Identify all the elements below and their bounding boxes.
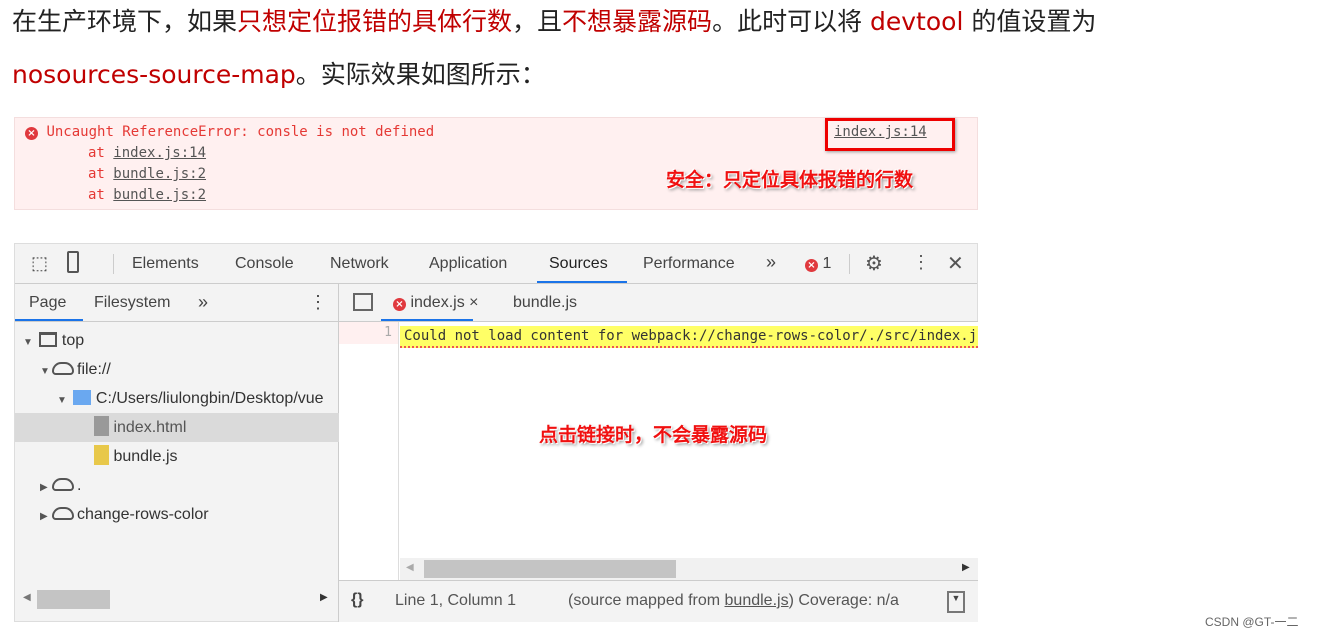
device-toggle-icon[interactable] — [67, 251, 79, 273]
line-gutter: 1 — [339, 322, 399, 580]
stack-link[interactable]: bundle.js:2 — [113, 166, 206, 182]
file-icon — [94, 416, 109, 436]
close-tab-icon[interactable]: × — [469, 294, 478, 311]
tab-console[interactable]: Console — [235, 255, 294, 273]
tab-page[interactable]: Page — [29, 294, 66, 312]
gear-icon[interactable]: ⚙ — [865, 251, 883, 276]
highlight-text: nosources-source-map — [12, 60, 296, 89]
toggle-navigator-icon[interactable] — [353, 293, 373, 311]
kebab-menu-icon[interactable]: ⋮ — [309, 292, 327, 313]
editor-tab-index[interactable]: × index.js × — [393, 294, 479, 312]
stack-at: at — [88, 166, 105, 182]
tree-item-bundle-js[interactable]: bundle.js — [15, 442, 339, 471]
devtools-window: ⬚ Elements Console Network Application S… — [14, 243, 978, 622]
tab-sources[interactable]: Sources — [549, 255, 608, 273]
folder-icon — [73, 390, 92, 405]
error-message: Uncaught ReferenceError: consle is not d… — [46, 124, 435, 140]
annotation-safe: 安全：只定位具体报错的行数 — [666, 169, 914, 191]
pretty-print-button[interactable]: {} — [351, 591, 363, 609]
tree-item-change-rows-color[interactable]: ▶ change-rows-color — [15, 500, 339, 529]
label: . — [77, 477, 82, 494]
editor-tabs: × index.js × bundle.js — [339, 284, 978, 322]
error-icon: × — [25, 127, 38, 140]
editor-tab-bundle[interactable]: bundle.js — [513, 294, 577, 312]
close-icon[interactable]: ✕ — [947, 251, 964, 276]
scroll-right-arrow[interactable]: ▶ — [962, 562, 970, 573]
scroll-right-arrow[interactable]: ▶ — [320, 592, 328, 603]
source-map-link[interactable]: bundle.js — [725, 592, 789, 609]
horizontal-scrollbar-thumb[interactable] — [424, 560, 676, 578]
label: change-rows-color — [77, 506, 209, 523]
active-tab-indicator — [381, 319, 473, 321]
highlight-text: devtool — [870, 7, 964, 36]
tree-item-file[interactable]: ▼ file:// — [15, 355, 339, 384]
horizontal-scrollbar[interactable]: ◀ ▶ — [400, 558, 978, 580]
active-tab-indicator — [537, 281, 627, 283]
navigator-tabs: Page Filesystem » ⋮ — [15, 284, 339, 322]
cloud-icon — [52, 507, 74, 520]
stack-link[interactable]: bundle.js:2 — [113, 187, 206, 203]
source-map-info: (source mapped from bundle.js) Coverage:… — [568, 592, 899, 610]
js-file-icon — [94, 445, 109, 465]
tab-application[interactable]: Application — [429, 255, 507, 273]
tab-elements[interactable]: Elements — [132, 255, 199, 273]
coverage: Coverage: n/a — [798, 592, 899, 609]
label: index.html — [113, 419, 187, 436]
line-number: 1 — [339, 322, 398, 344]
text: 的值设置为 — [963, 7, 1097, 36]
tab-filesystem[interactable]: Filesystem — [94, 294, 170, 312]
cloud-icon — [52, 478, 74, 491]
file-tree: ▼ top ▼ file:// ▼ C:/Users/liulongbin/Des… — [15, 322, 339, 622]
stack-at: at — [88, 187, 105, 203]
more-tabs-button[interactable]: » — [198, 292, 208, 313]
intro-line-2: nosources-source-map。实际效果如图所示： — [12, 58, 546, 92]
label: C:/Users/liulongbin/Desktop/vue — [95, 390, 324, 407]
code-editor[interactable]: 1 Could not load content for webpack://c… — [339, 322, 978, 580]
highlight-text: 不想暴露源码 — [562, 7, 713, 36]
divider — [849, 254, 850, 274]
tree-item-top[interactable]: ▼ top — [15, 326, 339, 355]
frame-icon — [39, 332, 58, 347]
stack-at: at — [88, 145, 105, 161]
error-counter[interactable]: × 1 — [805, 255, 831, 273]
horizontal-scrollbar-thumb[interactable] — [37, 590, 110, 609]
tab-performance[interactable]: Performance — [643, 255, 735, 273]
text: 在生产环境下，如果 — [12, 7, 238, 36]
tree-item-dot[interactable]: ▶. — [15, 471, 339, 500]
status-bar: {} Line 1, Column 1 (source mapped from … — [339, 580, 978, 622]
tab-label: index.js — [410, 294, 465, 311]
error-icon: × — [805, 259, 818, 272]
tree-item-folder[interactable]: ▼ C:/Users/liulongbin/Desktop/vue — [15, 384, 339, 413]
code-line: Could not load content for webpack://cha… — [400, 326, 978, 348]
devtools-toolbar: ⬚ Elements Console Network Application S… — [15, 244, 977, 284]
stack-link[interactable]: index.js:14 — [113, 145, 206, 161]
drawer-toggle-icon[interactable]: ▼ — [947, 591, 965, 613]
label: bundle.js — [113, 448, 178, 465]
highlight-box — [825, 118, 955, 151]
more-tabs-button[interactable]: » — [766, 252, 776, 273]
intro-line-1: 在生产环境下，如果只想定位报错的具体行数，且不想暴露源码。此时可以将 devto… — [12, 5, 1096, 39]
cloud-icon — [52, 362, 74, 375]
error-icon: × — [393, 298, 406, 311]
watermark-caption: CSDN @GT-一二 — [1205, 615, 1299, 629]
label: file:// — [77, 361, 111, 378]
active-tab-indicator — [15, 319, 83, 321]
annotation-no-source: 点击链接时，不会暴露源码 — [539, 425, 768, 446]
text: 。此时可以将 — [712, 7, 871, 36]
label: top — [61, 332, 85, 349]
text: (source mapped from — [568, 592, 725, 609]
divider — [113, 254, 114, 274]
text: ) — [788, 592, 794, 609]
tree-item-index-html[interactable]: index.html — [15, 413, 339, 442]
kebab-menu-icon[interactable]: ⋮ — [912, 252, 930, 273]
scroll-left-arrow[interactable]: ◀ — [406, 562, 414, 573]
tab-network[interactable]: Network — [330, 255, 389, 273]
highlight-text: 只想定位报错的具体行数 — [237, 7, 513, 36]
scroll-left-arrow[interactable]: ◀ — [23, 592, 31, 603]
text: ，且 — [512, 7, 563, 36]
cursor-position: Line 1, Column 1 — [395, 592, 516, 609]
inspect-element-icon[interactable]: ⬚ — [31, 253, 48, 274]
error-count: 1 — [822, 255, 832, 272]
text: 。实际效果如图所示： — [295, 60, 546, 89]
